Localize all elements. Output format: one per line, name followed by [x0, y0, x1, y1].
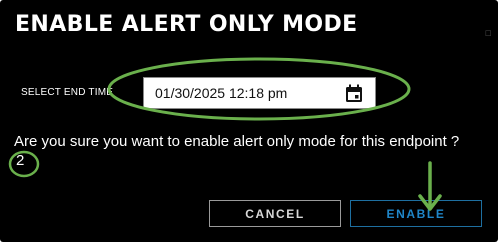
step-number-annotation: 2: [16, 152, 25, 169]
enable-button[interactable]: ENABLE: [350, 200, 482, 227]
end-time-input[interactable]: 01/30/2025 12:18 pm: [143, 77, 376, 109]
alert-only-mode-dialog: ENABLE ALERT ONLY MODE ▫ SELECT END TIME…: [0, 0, 498, 242]
calendar-icon[interactable]: [345, 84, 363, 103]
edge-marker: ▫: [484, 26, 492, 39]
confirmation-question: Are you sure you want to enable alert on…: [14, 133, 460, 150]
end-time-label: SELECT END TIME: [21, 87, 114, 98]
cancel-button[interactable]: CANCEL: [209, 200, 341, 227]
dialog-title: ENABLE ALERT ONLY MODE: [15, 12, 358, 37]
end-time-value[interactable]: 01/30/2025 12:18 pm: [155, 85, 287, 101]
